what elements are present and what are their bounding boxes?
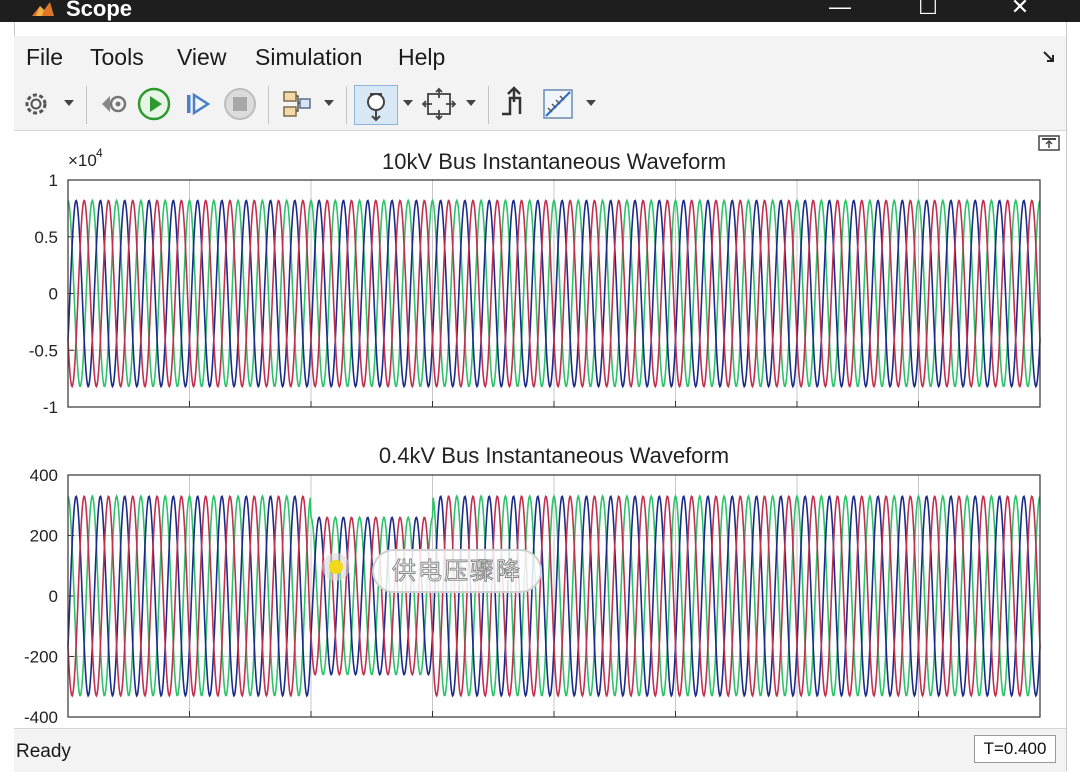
maximize-button[interactable]: ☐ xyxy=(908,0,948,20)
plot-area: 10kV Bus Instantaneous Waveform ×10 4 -1 -0.… xyxy=(14,131,1066,747)
step-forward-icon xyxy=(187,92,211,116)
window-title: Scope xyxy=(66,0,133,21)
zoom-icon xyxy=(367,93,385,122)
undock-icon[interactable] xyxy=(1038,135,1060,151)
chevron-down-icon[interactable] xyxy=(64,100,74,106)
chart-1-ytick-label: -1 xyxy=(43,398,58,417)
menu-simulation[interactable]: Simulation xyxy=(255,44,362,71)
chart-1-ytick-label: -0.5 xyxy=(29,341,58,360)
status-text: Ready xyxy=(16,741,71,762)
measurement-button[interactable] xyxy=(540,86,576,122)
stop-button[interactable] xyxy=(222,86,258,122)
chevron-down-icon[interactable] xyxy=(586,100,596,106)
signal-selector-icon xyxy=(283,91,311,117)
toolbar-separator xyxy=(86,86,87,124)
menu-tools[interactable]: Tools xyxy=(90,44,144,71)
background-window-edge-right xyxy=(1066,22,1080,771)
chart-1-title: 10kV Bus Instantaneous Waveform xyxy=(382,149,726,174)
bus-drive-icon xyxy=(102,95,127,113)
matlab-logo-icon xyxy=(32,2,54,16)
chart-1-exponent-power: 4 xyxy=(96,146,103,160)
window-titlebar: Scope — ☐ ✕ xyxy=(0,0,1080,22)
chart-2-ytick-label: -200 xyxy=(24,648,58,667)
sag-caption: 供电压骤降 xyxy=(372,549,542,593)
gear-icon xyxy=(25,93,47,115)
chevron-down-icon[interactable] xyxy=(403,100,413,106)
bus-drive-button[interactable] xyxy=(96,86,130,122)
chevron-down-icon[interactable] xyxy=(466,100,476,106)
menu-view[interactable]: View xyxy=(177,44,226,71)
menu-file[interactable]: File xyxy=(26,44,63,71)
chart-1-ytick-label: 1 xyxy=(49,171,58,190)
chart-2-ytick-label: -400 xyxy=(24,708,58,727)
run-button[interactable] xyxy=(136,86,172,122)
collapse-arrow-icon[interactable] xyxy=(1042,50,1056,64)
chart-2-ytick-label: 200 xyxy=(30,527,58,546)
minimize-button[interactable]: — xyxy=(820,0,860,20)
chevron-down-icon[interactable] xyxy=(324,100,334,106)
toolbar-separator xyxy=(488,86,489,124)
simulation-time: T=0.400 xyxy=(974,735,1056,763)
zoom-extents-icon xyxy=(422,87,456,121)
zoom-extents-button[interactable] xyxy=(422,86,456,122)
trigger-button[interactable] xyxy=(498,86,530,122)
signal-selector-button[interactable] xyxy=(280,86,314,122)
chart-2-title: 0.4kV Bus Instantaneous Waveform xyxy=(379,443,729,468)
trigger-icon xyxy=(502,86,522,116)
zoom-button[interactable] xyxy=(354,85,398,125)
chart-2-ytick-label: 0 xyxy=(49,587,58,606)
close-button[interactable]: ✕ xyxy=(1000,0,1040,20)
menu-bar: File Tools View Simulation Help xyxy=(14,36,1066,80)
chart-1-exponent-label: ×10 xyxy=(68,151,97,170)
status-bar: Ready T=0.400 xyxy=(14,728,1066,772)
settings-button[interactable] xyxy=(22,86,52,122)
stop-icon xyxy=(224,88,256,120)
background-window-edge xyxy=(0,22,15,771)
chart-1-ytick-label: 0.5 xyxy=(34,228,58,247)
scope-plots: 10kV Bus Instantaneous Waveform ×10 4 -1 -0.… xyxy=(24,146,1052,747)
cursor-dot-icon xyxy=(322,553,350,581)
run-icon xyxy=(137,87,171,121)
scope-window: File Tools View Simulation Help 10kV Bus… xyxy=(14,36,1066,772)
chart-1-ytick-label: 0 xyxy=(49,285,58,304)
toolbar-separator xyxy=(346,86,347,124)
chart-2-ytick-label: 400 xyxy=(30,466,58,485)
step-forward-button[interactable] xyxy=(182,86,214,122)
toolbar xyxy=(14,80,1066,131)
menu-help[interactable]: Help xyxy=(398,44,445,71)
measurement-icon xyxy=(543,89,573,119)
toolbar-separator xyxy=(268,86,269,124)
